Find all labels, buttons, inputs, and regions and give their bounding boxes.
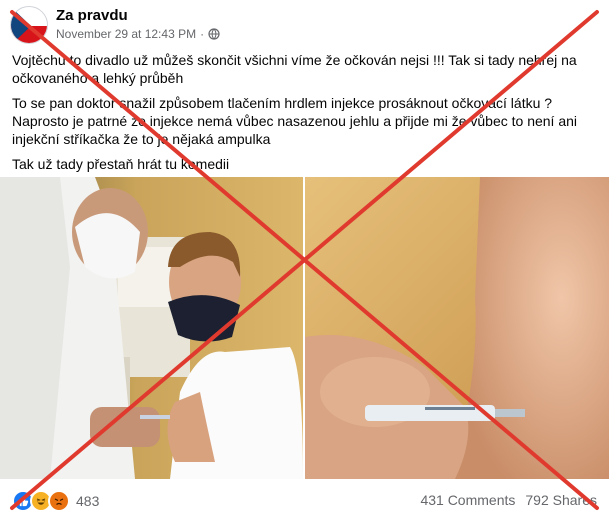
syringe-closeup-image [305,177,609,479]
post-meta: November 29 at 12:43 PM · [56,27,220,41]
post-footer: 483 431 Comments 792 Shares [0,486,609,516]
vaccination-photo-left[interactable] [0,177,303,479]
czech-flag-icon [11,7,47,43]
post-paragraph: Vojtěchu to divadlo už můžeš skončit vši… [12,52,577,86]
post-text: Vojtěchu to divadlo už můžeš skončit vši… [12,51,597,180]
post-header: Za pravdu November 29 at 12:43 PM · [0,0,609,48]
page-name[interactable]: Za pravdu [56,7,128,24]
comments-count[interactable]: 431 Comments [420,492,515,508]
engagement-stats: 431 Comments 792 Shares [420,492,597,508]
page-avatar[interactable] [10,6,48,44]
angry-reaction-icon [48,490,70,512]
post-paragraph: Tak už tady přestaň hrát tu komedii [12,156,230,172]
meta-separator: · [200,27,205,41]
globe-icon [208,28,220,40]
post-photos [0,177,609,479]
post-timestamp[interactable]: November 29 at 12:43 PM [56,27,196,41]
reaction-count[interactable]: 483 [76,493,99,509]
reactions-summary[interactable]: 483 [12,490,99,512]
vaccination-scene-image [0,177,303,479]
post-paragraph: To se pan doktor snažil způsobem tlačení… [12,95,578,147]
vaccination-photo-right[interactable] [305,177,609,479]
shares-count[interactable]: 792 Shares [525,492,597,508]
